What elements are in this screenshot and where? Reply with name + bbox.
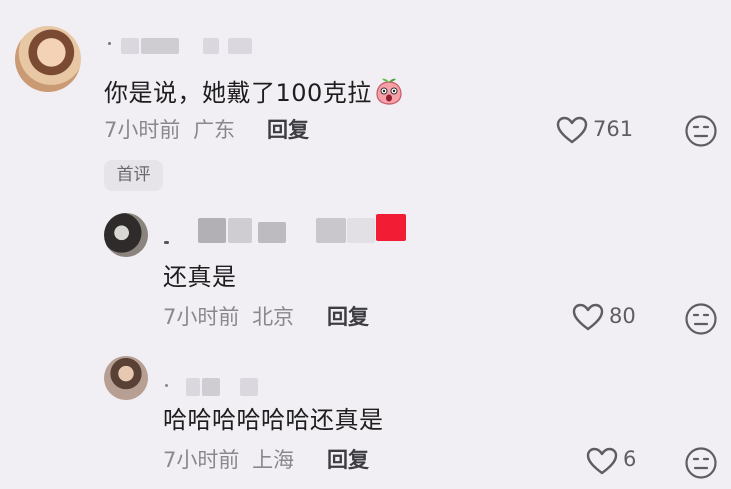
heart-icon[interactable]: [571, 302, 605, 332]
location: 广东: [193, 118, 236, 142]
reply-button[interactable]: 回复: [267, 117, 309, 143]
location: 上海: [252, 448, 295, 472]
comment-meta: 7小时前 广东: [104, 117, 235, 143]
comment-text: 哈哈哈哈哈哈还真是: [163, 406, 384, 434]
comment-text: 还真是: [163, 263, 237, 291]
like-count: 80: [609, 304, 636, 328]
timestamp: 7小时前: [163, 448, 240, 472]
avatar[interactable]: [104, 356, 148, 400]
timestamp: 7小时前: [104, 118, 181, 142]
comment-meta: 7小时前 上海: [163, 447, 294, 473]
comment-meta: 7小时前 北京: [163, 304, 294, 330]
heart-icon[interactable]: [555, 115, 589, 145]
neutral-face-icon[interactable]: [684, 446, 718, 480]
like-count: 6: [623, 447, 637, 471]
surprised-peach-emoji: [376, 78, 402, 105]
location: 北京: [252, 305, 295, 329]
avatar[interactable]: [15, 26, 81, 92]
heart-icon[interactable]: [585, 446, 619, 476]
neutral-face-icon[interactable]: [684, 114, 718, 148]
neutral-face-icon[interactable]: [684, 302, 718, 336]
timestamp: 7小时前: [163, 305, 240, 329]
comment-text-body: 你是说，她戴了100克拉: [104, 79, 372, 107]
reply-button[interactable]: 回复: [327, 304, 369, 330]
like-count: 761: [593, 117, 634, 141]
avatar[interactable]: [104, 213, 148, 257]
first-comment-badge: 首评: [104, 160, 163, 191]
comment-text: 你是说，她戴了100克拉: [104, 76, 404, 108]
reply-button[interactable]: 回复: [327, 447, 369, 473]
